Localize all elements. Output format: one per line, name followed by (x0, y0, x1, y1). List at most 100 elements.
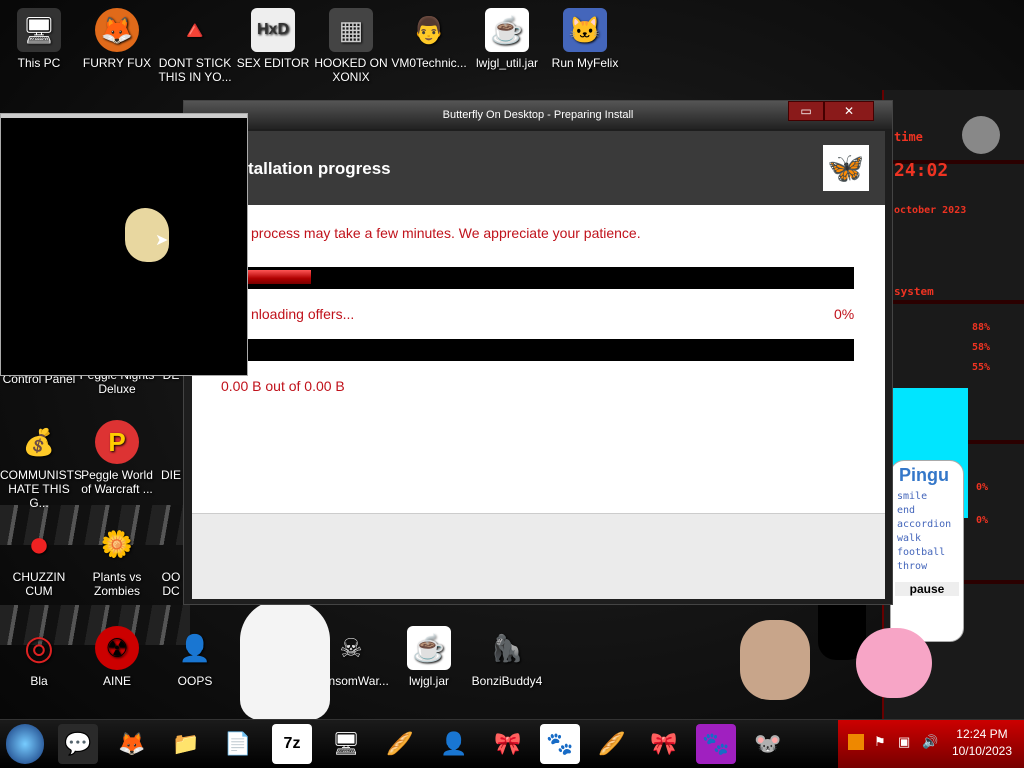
maximize-button[interactable]: ▭ (788, 101, 824, 121)
desktop-icon-communists[interactable]: 💰 COMMUNISTS HATE THIS G... (0, 420, 82, 510)
desktop-icon-label: DIE (160, 468, 181, 482)
pingu-pause-button[interactable]: pause (895, 582, 959, 596)
partial-icon (161, 420, 181, 464)
pingu-menu-item[interactable]: walk (897, 532, 963, 546)
desktop-icon-peggle-wow[interactable]: P Peggle World of Warcraft ... (78, 420, 156, 496)
installer-content: process may take a few minutes. We appre… (192, 205, 885, 513)
java-icon: ☕ (407, 626, 451, 670)
taskbar-app-notepad[interactable]: 📄 (218, 724, 258, 764)
hud-pct: 0% (976, 515, 989, 526)
taskbar-app-paw2[interactable]: 🐾 (696, 724, 736, 764)
desktop-icon-label: Plants vs Zombies (92, 570, 142, 598)
desktop-icon-vlc[interactable]: 🔺 DONT STICK THIS IN YO... (156, 8, 234, 84)
desktop-icon-run-myfelix[interactable]: 🐱 Run MyFelix (546, 8, 624, 70)
status-text: nloading offers... (251, 306, 355, 322)
radiation-icon: ☢ (95, 626, 139, 670)
header-title: tallation progress (248, 159, 391, 178)
desktop-icon-vm0technic[interactable]: 👨 VM0Technic... (390, 8, 468, 70)
close-button[interactable]: ✕ (824, 101, 874, 121)
desktop-icon-label: CHUZZIN CUM (12, 570, 66, 598)
cat-icon: 🐱 (563, 8, 607, 52)
installer-titlebar[interactable]: Butterfly On Desktop - Preparing Install (184, 101, 892, 129)
taskbar-app-bread2[interactable]: 🥖 (592, 724, 632, 764)
pingu-menu-item[interactable]: throw (897, 560, 963, 574)
taskbar-clock[interactable]: 12:24 PM 10/10/2023 (952, 726, 1012, 760)
desktop-icon-label: VM0Technic... (391, 56, 467, 70)
doctor-icon: 👨 (412, 15, 446, 45)
desktop-icon-chuzzin[interactable]: ● CHUZZIN CUM (0, 522, 78, 599)
desktop-icon-lwjgl-util[interactable]: ☕ lwjgl_util.jar (468, 8, 546, 70)
download-progress-bar (192, 339, 854, 361)
pingu-menu-item[interactable]: end (897, 504, 963, 518)
pingu-menu-item[interactable]: football (897, 546, 963, 560)
taskbar-app-explorer[interactable]: 📁 (166, 724, 206, 764)
desktop-icon-label: lwjgl_util.jar (475, 56, 539, 70)
window-title: Butterfly On Desktop - Preparing Install (442, 109, 634, 121)
hud-label: time (894, 130, 923, 144)
volume-icon[interactable]: 🔊 (922, 734, 938, 750)
desktop-icon-bonzibuddy[interactable]: 🦍 BonziBuddy4 (468, 626, 546, 688)
hud-system: system (894, 285, 934, 298)
installer-window[interactable]: Butterfly On Desktop - Preparing Install… (183, 100, 893, 605)
portrait-icon: 👤 (178, 633, 212, 663)
taskbar-app-hellokitty[interactable]: 🎀 (488, 724, 528, 764)
hud-clock: 24:02 (894, 160, 949, 181)
mouse-character (740, 620, 810, 700)
hud-pct: 88% (972, 322, 991, 333)
hud-pct: 0% (976, 482, 989, 493)
desktop-icon-furry-fux[interactable]: 🦊 FURRY FUX (78, 8, 156, 70)
alien-head-icon (962, 116, 1000, 154)
desktop-icon-label: Run MyFelix (551, 56, 619, 70)
bonzi-icon: 🦍 (490, 633, 524, 663)
taskbar-app-7zip[interactable]: 7z (272, 724, 312, 764)
vlc-cone-icon: 🔺 (178, 15, 212, 45)
java-icon: ☕ (485, 8, 529, 52)
desktop-icon-bla[interactable]: ◎ Bla (0, 626, 78, 688)
start-button[interactable] (6, 724, 44, 764)
percent-text: 0% (834, 306, 855, 322)
bread-pet-window[interactable]: ➤ (0, 113, 248, 376)
hud-pct: 58% (972, 342, 991, 353)
tray-app-icon[interactable] (848, 734, 864, 750)
xonix-icon: ▦ (329, 8, 373, 52)
flag-icon[interactable]: ⚑ (874, 734, 890, 750)
network-icon[interactable]: ▣ (898, 734, 914, 750)
desktop-icon-oops[interactable]: 👤 OOPS (156, 626, 234, 688)
hud-pct: 55% (972, 362, 991, 373)
hud-date: october 2023 (894, 205, 967, 216)
pingu-menu-item[interactable]: smile (897, 490, 963, 504)
clock-date: 10/10/2023 (951, 744, 1012, 758)
taskbar-app-firefox[interactable]: 🦊 (112, 724, 152, 764)
taskbar-app-bread[interactable]: 🥖 (380, 724, 420, 764)
desktop-icon-hex-editor[interactable]: HxD SEX EDITOR (234, 8, 312, 70)
desktop-icon-lwjgl[interactable]: ☕ lwjgl.jar (390, 626, 468, 688)
desktop-icon-partial-die[interactable]: DIE (156, 420, 186, 482)
pingu-menu-item[interactable]: accordion (897, 518, 963, 532)
taskbar-app-chat[interactable]: 💬 (58, 724, 98, 764)
pingu-menu[interactable]: Pingu smile end accordion walk football … (890, 460, 964, 642)
main-progress-bar (192, 267, 854, 289)
installer-footer (192, 513, 885, 599)
system-tray: ⚑ ▣ 🔊 12:24 PM 10/10/2023 (838, 720, 1024, 768)
hxd-icon: HxD (251, 8, 295, 52)
pingu-menu-list: smile end accordion walk football throw (891, 490, 963, 574)
kirby-character (856, 628, 932, 698)
desktop-icon-label: Bla (30, 674, 48, 688)
desktop-icon-xonix[interactable]: ▦ HOOKED ON XONIX (312, 8, 390, 84)
skull-icon: ☠ (339, 633, 363, 663)
desktop-icon-label: Peggle World of Warcraft ... (81, 468, 153, 496)
desktop-icon-label: OO DC (161, 570, 181, 598)
desktop-icon-this-pc[interactable]: 🖥 This PC (0, 8, 78, 70)
taskbar-app-paw[interactable]: 🐾 (540, 724, 580, 764)
desktop-icon-aine[interactable]: ☢ AINE (78, 626, 156, 688)
bytes-text: 0.00 B out of 0.00 B (221, 378, 345, 394)
taskbar-app-character[interactable]: 👤 (434, 724, 474, 764)
window-top-border (1, 114, 247, 118)
taskbar-app-mouse[interactable]: 🐭 (748, 724, 788, 764)
peggle-icon: P (95, 420, 139, 464)
desktop-icon-partial-oo[interactable]: OO DC (156, 522, 186, 598)
chuzzle-icon: ● (28, 523, 50, 564)
taskbar-app-hellokitty2[interactable]: 🎀 (644, 724, 684, 764)
taskbar-app-installer[interactable]: 🖥 (326, 724, 366, 764)
desktop-icon-pvz[interactable]: 🌼 Plants vs Zombies (78, 522, 156, 598)
